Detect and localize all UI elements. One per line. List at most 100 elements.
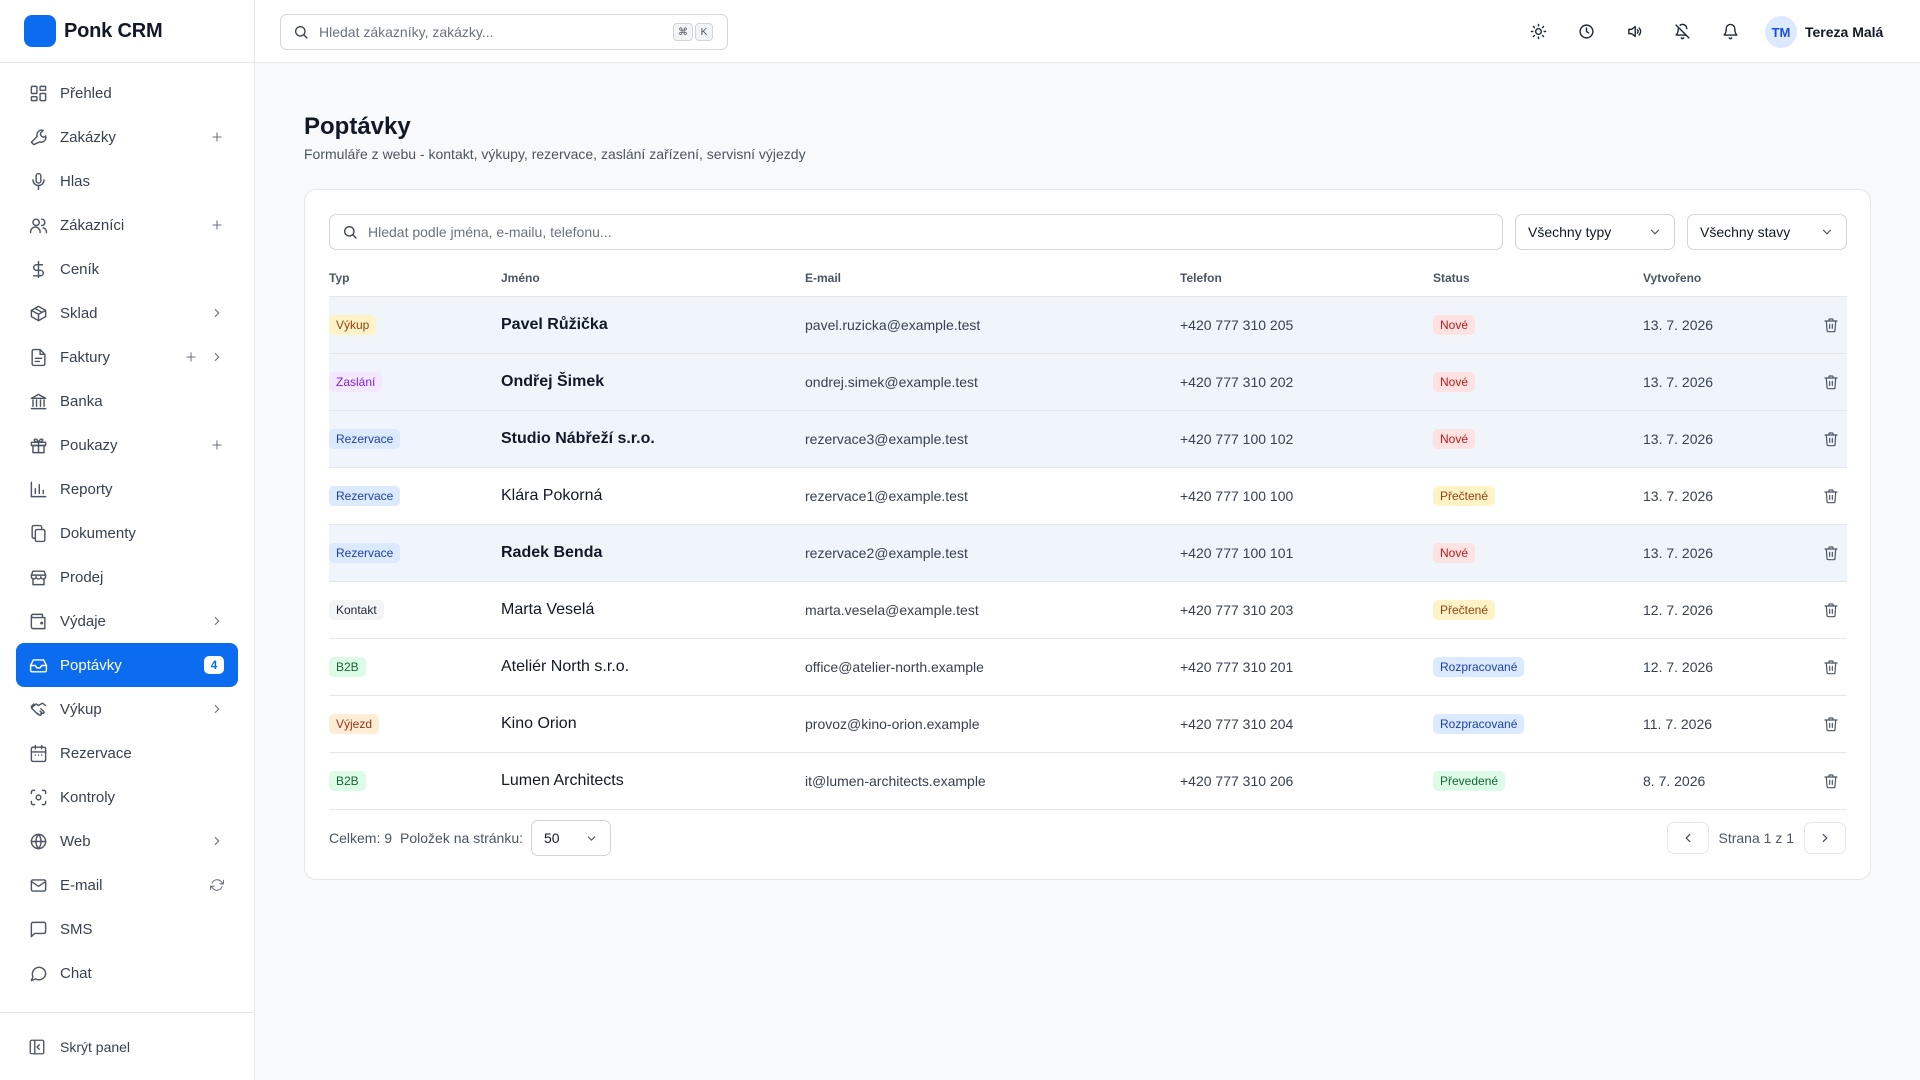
table-row[interactable]: Výkup Pavel Růžička pavel.ruzicka@example.… xyxy=(329,297,1847,354)
clock-icon xyxy=(1578,24,1594,39)
sidebar-item-12[interactable]: Výdaje xyxy=(16,599,238,643)
sidebar-item-4[interactable]: Ceník xyxy=(16,247,238,291)
status-filter-select[interactable]: Všechny stavy xyxy=(1687,214,1847,250)
sidebar-item-10[interactable]: Dokumenty xyxy=(16,511,238,555)
mute-notifications-button[interactable] xyxy=(1658,12,1706,52)
trash-icon[interactable] xyxy=(1823,545,1839,561)
column-header-status[interactable]: Status xyxy=(1433,271,1470,285)
status-badge: Nové xyxy=(1433,543,1476,563)
sidebar-item-18[interactable]: E-mail xyxy=(16,863,238,907)
global-search-input[interactable] xyxy=(319,24,649,40)
sidebar-item-6[interactable]: Faktury xyxy=(16,335,238,379)
sidebar-item-8[interactable]: Poukazy xyxy=(16,423,238,467)
sidebar-item-16[interactable]: Kontroly xyxy=(16,775,238,819)
trash-icon[interactable] xyxy=(1823,773,1839,789)
plus-icon[interactable] xyxy=(210,438,224,452)
customer-email: office@atelier-north.example xyxy=(805,659,984,675)
plus-icon[interactable] xyxy=(210,218,224,232)
sidebar-item-5[interactable]: Sklad xyxy=(16,291,238,335)
trash-icon[interactable] xyxy=(1823,317,1839,333)
sidebar-item-17[interactable]: Web xyxy=(16,819,238,863)
chat-icon xyxy=(28,963,48,983)
trash-icon[interactable] xyxy=(1823,374,1839,390)
table-search-input[interactable] xyxy=(368,224,1468,240)
customer-name: Pavel Růžička xyxy=(501,316,608,333)
sidebar-item-actions xyxy=(210,115,224,159)
sound-button[interactable] xyxy=(1610,12,1658,52)
customer-email: rezervace2@example.test xyxy=(805,545,968,561)
sidebar-item-actions xyxy=(210,819,224,863)
trash-icon[interactable] xyxy=(1823,659,1839,675)
hide-panel-button[interactable]: Skrýt panel xyxy=(0,1012,255,1080)
sidebar-collapse-icon xyxy=(28,1037,48,1057)
sidebar-item-1[interactable]: Zakázky xyxy=(16,115,238,159)
sidebar-item-label: Reporty xyxy=(60,480,113,498)
column-header-name[interactable]: Jméno xyxy=(501,271,540,285)
table-row[interactable]: Rezervace Studio Nábřeží s.r.o. rezervace3… xyxy=(329,411,1847,468)
previous-page-button[interactable] xyxy=(1666,822,1709,854)
created-date: 13. 7. 2026 xyxy=(1643,431,1714,447)
history-button[interactable] xyxy=(1562,12,1610,52)
table-row[interactable]: Rezervace Radek Benda rezervace2@example.t… xyxy=(329,525,1847,582)
unread-count-badge: 4 xyxy=(204,656,224,674)
per-page-select[interactable]: 50 xyxy=(531,820,611,856)
table-row[interactable]: Zaslání Ondřej Šimek ondrej.simek@example.… xyxy=(329,354,1847,411)
table-row[interactable]: Rezervace Klára Pokorná rezervace1@example… xyxy=(329,468,1847,525)
trash-icon[interactable] xyxy=(1823,488,1839,504)
table-search[interactable] xyxy=(329,214,1503,250)
sidebar-item-actions xyxy=(210,291,224,335)
mail-icon xyxy=(28,875,48,895)
status-badge: Rozpracované xyxy=(1433,714,1525,734)
brand[interactable]: Ponk CRM xyxy=(0,0,254,63)
sidebar-item-14[interactable]: Výkup xyxy=(16,687,238,731)
sidebar-item-actions xyxy=(210,863,224,907)
customer-phone: +420 777 310 204 xyxy=(1180,716,1294,732)
created-date: 13. 7. 2026 xyxy=(1643,545,1714,561)
customer-name: Radek Benda xyxy=(501,544,603,561)
column-header-phone[interactable]: Telefon xyxy=(1180,271,1222,285)
sidebar-item-11[interactable]: Prodej xyxy=(16,555,238,599)
sidebar-item-label: SMS xyxy=(60,920,93,938)
chevron-right-icon xyxy=(1822,833,1828,843)
sidebar-item-label: Hlas xyxy=(60,172,91,190)
store-icon xyxy=(28,567,48,587)
table-row[interactable]: B2B Ateliér North s.r.o. office@atelier-no… xyxy=(329,639,1847,696)
customer-name: Marta Veselá xyxy=(501,601,595,618)
user-menu[interactable]: TM Tereza Malá xyxy=(1765,14,1883,50)
sidebar-item-9[interactable]: Reporty xyxy=(16,467,238,511)
next-page-button[interactable] xyxy=(1804,822,1846,854)
column-header-type[interactable]: Typ xyxy=(329,271,349,285)
trash-icon[interactable] xyxy=(1823,716,1839,732)
sidebar-item-20[interactable]: Chat xyxy=(16,951,238,995)
sidebar-item-2[interactable]: Hlas xyxy=(16,159,238,203)
page-subtitle: Formuláře z webu - kontakt, výkupy, reze… xyxy=(304,146,806,162)
table-row[interactable]: B2B Lumen Architects it@lumen-architects.e… xyxy=(329,753,1847,810)
sidebar-item-0[interactable]: Přehled xyxy=(16,71,238,115)
trash-icon[interactable] xyxy=(1823,431,1839,447)
refresh-icon[interactable] xyxy=(210,878,224,892)
table-row[interactable]: Kontakt Marta Veselá marta.vesela@example.… xyxy=(329,582,1847,639)
sidebar-item-15[interactable]: Rezervace xyxy=(16,731,238,775)
theme-toggle-button[interactable] xyxy=(1514,12,1562,52)
sidebar-item-actions xyxy=(184,335,224,379)
trash-icon[interactable] xyxy=(1823,602,1839,618)
sidebar-item-3[interactable]: Zákazníci xyxy=(16,203,238,247)
microphone-icon xyxy=(28,171,48,191)
global-search[interactable]: ⌘ K xyxy=(280,14,728,50)
column-header-created[interactable]: Vytvořeno xyxy=(1643,271,1701,285)
column-header-email[interactable]: E-mail xyxy=(805,271,841,285)
sidebar-item-19[interactable]: SMS xyxy=(16,907,238,951)
notifications-button[interactable] xyxy=(1706,12,1754,52)
created-date: 13. 7. 2026 xyxy=(1643,374,1714,390)
type-filter-value: Všechny typy xyxy=(1528,224,1612,240)
users-icon xyxy=(28,215,48,235)
type-filter-select[interactable]: Všechny typy xyxy=(1515,214,1675,250)
plus-icon[interactable] xyxy=(184,350,198,364)
wallet-icon xyxy=(28,611,48,631)
type-badge: Zaslání xyxy=(329,372,383,392)
sidebar-item-13[interactable]: Poptávky 4 xyxy=(16,643,238,687)
sidebar-item-actions xyxy=(210,599,224,643)
plus-icon[interactable] xyxy=(210,130,224,144)
table-row[interactable]: Výjezd Kino Orion provoz@kino-orion.exampl… xyxy=(329,696,1847,753)
sidebar-item-7[interactable]: Banka xyxy=(16,379,238,423)
